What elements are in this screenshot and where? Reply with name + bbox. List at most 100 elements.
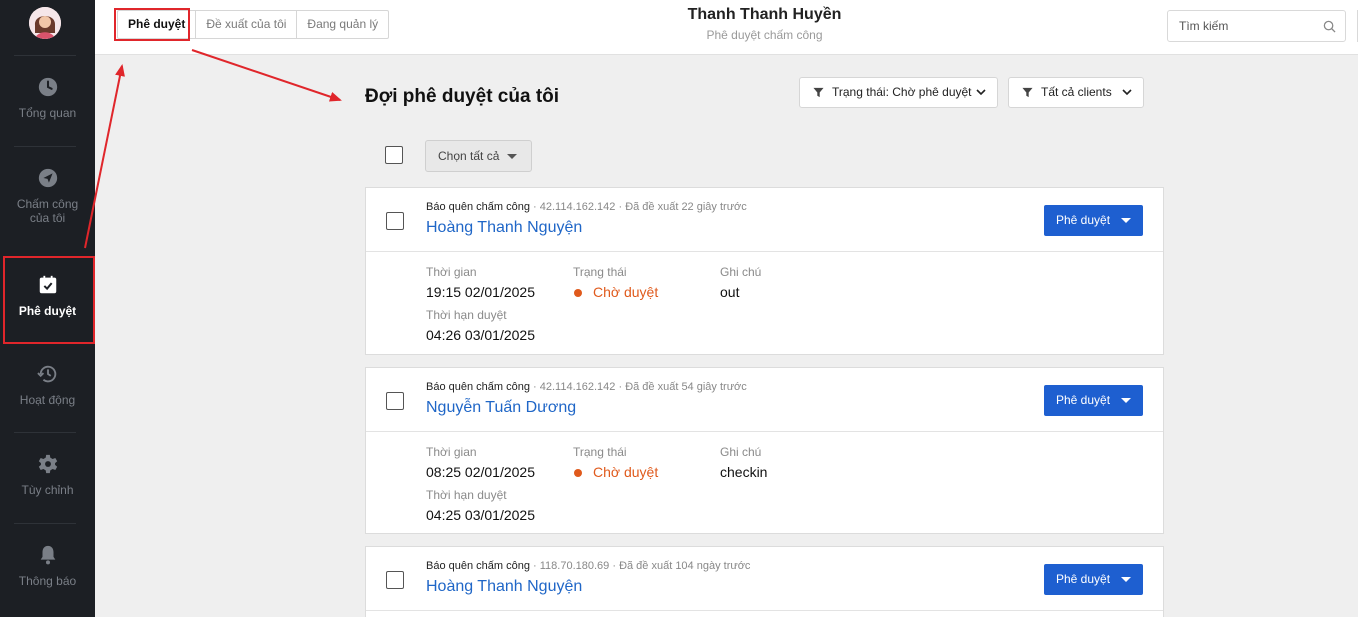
request-card: Báo quên chấm công · 42.114.162.142 · Đã…: [365, 367, 1164, 534]
employee-name-link[interactable]: Nguyễn Tuấn Dương: [426, 399, 576, 417]
caret-down-icon: [1121, 577, 1131, 582]
approve-button[interactable]: Phê duyệt: [1044, 385, 1143, 416]
sidebar-item-label: Hoạt động: [19, 393, 76, 407]
sidebar-item-cham-cong[interactable]: Chấm công của tôi: [0, 167, 95, 225]
annotation-arrow-right: [191, 49, 342, 102]
deadline-label: Thời hạn duyệt: [426, 308, 507, 322]
note-label: Ghi chú: [720, 265, 762, 279]
annotation-box-sidebar: [3, 256, 95, 344]
note-label: Ghi chú: [720, 445, 762, 459]
request-card-header: Báo quên chấm công · 118.70.180.69 · Đã …: [366, 547, 1163, 611]
sidebar-item-label: Tùy chỉnh: [21, 483, 74, 497]
chevron-down-icon: [976, 89, 986, 96]
sidebar-divider: [14, 432, 76, 433]
select-all-label: Chọn tất cả: [438, 149, 500, 163]
request-kind: Báo quên chấm công: [426, 201, 530, 213]
filter-icon: [813, 87, 824, 98]
employee-name-link[interactable]: Hoàng Thanh Nguyện: [426, 219, 582, 237]
deadline-field: Thời hạn duyệt 04:25 03/01/2025: [426, 488, 535, 523]
request-kind: Báo quên chấm công: [426, 381, 530, 393]
clock-icon: [38, 77, 57, 97]
deadline-value: 04:25 03/01/2025: [426, 507, 535, 523]
approve-label: Phê duyệt: [1056, 213, 1111, 227]
request-checkbox[interactable]: [386, 571, 404, 589]
employee-name-link[interactable]: Hoàng Thanh Nguyện: [426, 578, 582, 596]
gear-icon: [38, 454, 57, 474]
note-value: checkin: [720, 464, 768, 480]
note-field: Ghi chú checkin: [720, 445, 767, 480]
request-checkbox[interactable]: [386, 392, 404, 410]
caret-down-icon: [1121, 398, 1131, 403]
select-all-checkbox[interactable]: [385, 146, 403, 164]
select-all-dropdown[interactable]: Chọn tất cả: [425, 140, 532, 172]
status-text: Chờ duyệt: [593, 464, 659, 480]
request-card-header: Báo quên chấm công · 42.114.162.142 · Đã…: [366, 188, 1163, 252]
sidebar-item-hoat-dong[interactable]: Hoạt động: [0, 363, 95, 407]
sidebar-item-label: Tổng quan: [18, 106, 77, 120]
request-ago: Đã đề xuất 22 giây trước: [625, 201, 747, 213]
status-filter-label: Trạng thái: Chờ phê duyệt: [832, 85, 972, 99]
approve-label: Phê duyệt: [1056, 393, 1111, 407]
search-icon: [1323, 20, 1336, 33]
history-icon: [36, 365, 56, 383]
status-value: Chờ duyệt: [573, 284, 658, 300]
clients-filter-button[interactable]: Tất cả clients: [1008, 77, 1144, 108]
search-placeholder: Tìm kiếm: [1179, 19, 1229, 33]
note-value: out: [720, 284, 740, 300]
request-meta: Báo quên chấm công · 118.70.180.69 · Đã …: [426, 560, 751, 572]
sidebar-item-tong-quan[interactable]: Tổng quan: [0, 76, 95, 120]
sidebar-item-thong-bao[interactable]: Thông báo: [0, 544, 95, 588]
time-value: 08:25 02/01/2025: [426, 464, 535, 480]
sidebar-divider: [14, 55, 76, 56]
request-meta: Báo quên chấm công · 42.114.162.142 · Đã…: [426, 201, 747, 213]
filter-icon: [1022, 87, 1033, 98]
request-kind: Báo quên chấm công: [426, 560, 530, 572]
sidebar-item-tuy-chinh[interactable]: Tùy chỉnh: [0, 453, 95, 497]
approve-button[interactable]: Phê duyệt: [1044, 205, 1143, 236]
time-label: Thời gian: [426, 265, 477, 279]
page-title: Đợi phê duyệt của tôi: [365, 86, 560, 107]
time-field: Thời gian 08:25 02/01/2025: [426, 445, 535, 480]
request-card: Báo quên chấm công · 118.70.180.69 · Đã …: [365, 546, 1164, 617]
request-ip: 118.70.180.69: [539, 560, 610, 572]
request-ip: 42.114.162.142: [539, 381, 616, 393]
request-meta: Báo quên chấm công · 42.114.162.142 · Đã…: [426, 381, 747, 393]
send-icon: [38, 168, 57, 188]
search-input[interactable]: Tìm kiếm: [1167, 10, 1346, 42]
approve-label: Phê duyệt: [1056, 572, 1111, 586]
approve-button[interactable]: Phê duyệt: [1044, 564, 1143, 595]
caret-down-icon: [1121, 218, 1131, 223]
time-value: 19:15 02/01/2025: [426, 284, 535, 300]
clients-filter-label: Tất cả clients: [1041, 85, 1112, 99]
request-checkbox[interactable]: [386, 212, 404, 230]
sidebar-divider: [14, 146, 76, 147]
deadline-value: 04:26 03/01/2025: [426, 327, 535, 343]
request-card: Báo quên chấm công · 42.114.162.142 · Đã…: [365, 187, 1164, 355]
status-dot: [574, 289, 582, 297]
time-field: Thời gian 19:15 02/01/2025: [426, 265, 535, 300]
request-ago: Đã đề xuất 54 giây trước: [625, 381, 747, 393]
caret-down-icon: [507, 154, 517, 159]
deadline-field: Thời hạn duyệt 04:26 03/01/2025: [426, 308, 535, 343]
top-bar: Phê duyệt Đề xuất của tôi Đang quản lý T…: [95, 0, 1358, 55]
bell-icon: [40, 545, 55, 565]
time-label: Thời gian: [426, 445, 477, 459]
status-label: Trạng thái: [573, 265, 627, 279]
status-text: Chờ duyệt: [593, 284, 659, 300]
request-ago: Đã đề xuất 104 ngày trước: [619, 560, 751, 572]
status-field: Trạng thái Chờ duyệt: [573, 445, 658, 480]
deadline-label: Thời hạn duyệt: [426, 488, 507, 502]
annotation-box-tab: [114, 8, 190, 41]
request-ip: 42.114.162.142: [539, 201, 616, 213]
sidebar-item-label: Chấm công của tôi: [16, 197, 79, 225]
note-field: Ghi chú out: [720, 265, 761, 300]
status-label: Trạng thái: [573, 445, 627, 459]
chevron-down-icon: [1122, 89, 1132, 96]
status-filter-button[interactable]: Trạng thái: Chờ phê duyệt: [799, 77, 998, 108]
sidebar-item-label: Thông báo: [18, 574, 77, 588]
status-dot: [574, 469, 582, 477]
status-field: Trạng thái Chờ duyệt: [573, 265, 658, 300]
sidebar-divider: [14, 523, 76, 524]
status-value: Chờ duyệt: [573, 464, 658, 480]
user-avatar[interactable]: [29, 7, 61, 39]
